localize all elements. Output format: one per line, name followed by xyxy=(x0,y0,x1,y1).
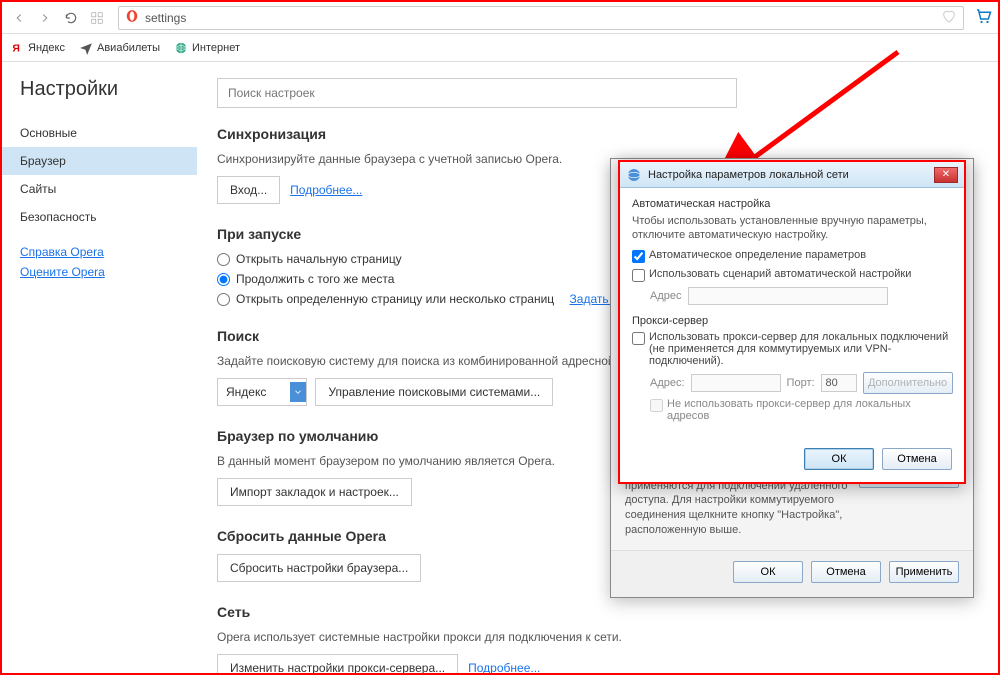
network-heading: Сеть xyxy=(217,604,978,620)
lan-ok-button[interactable]: ОК xyxy=(804,448,874,470)
use-proxy-checkbox[interactable]: Использовать прокси-сервер для локальных… xyxy=(632,331,952,367)
bypass-local-checkbox: Не использовать прокси-сервер для локаль… xyxy=(650,398,952,422)
lan-titlebar[interactable]: Настройка параметров локальной сети ✕ xyxy=(620,162,964,188)
help-link[interactable]: Справка Opera xyxy=(20,245,179,259)
opera-icon xyxy=(125,9,139,26)
sidebar-item-browser[interactable]: Браузер xyxy=(2,147,197,175)
url-bar[interactable]: settings xyxy=(118,6,964,30)
script-address-input xyxy=(688,287,888,305)
sidebar: Настройки Основные Браузер Сайты Безопас… xyxy=(2,62,197,673)
sidebar-item-security[interactable]: Безопасность xyxy=(2,203,197,231)
props-ok-button[interactable]: ОК xyxy=(733,561,803,583)
sync-heading: Синхронизация xyxy=(217,126,978,142)
sync-login-button[interactable]: Вход... xyxy=(217,176,280,204)
rate-link[interactable]: Оцените Opera xyxy=(20,265,179,279)
lan-close-button[interactable]: ✕ xyxy=(934,167,958,183)
bookmark-yandex[interactable]: Я Яндекс xyxy=(10,41,65,55)
auto-script-checkbox[interactable]: Использовать сценарий автоматической нас… xyxy=(632,268,952,282)
nav-forward-button[interactable] xyxy=(34,7,56,29)
import-button[interactable]: Импорт закладок и настроек... xyxy=(217,478,412,506)
svg-text:Я: Я xyxy=(12,42,20,54)
sidebar-item-sites[interactable]: Сайты xyxy=(2,175,197,203)
globe-icon xyxy=(626,167,642,183)
auto-detect-checkbox[interactable]: Автоматическое определение параметров xyxy=(632,249,952,263)
network-more-link[interactable]: Подробнее... xyxy=(468,661,540,673)
chevron-down-icon xyxy=(290,382,306,402)
settings-search[interactable] xyxy=(217,78,737,108)
lan-settings-dialog: Настройка параметров локальной сети ✕ Ав… xyxy=(618,160,966,484)
bookmarks-bar: Я Яндекс Авиабилеты Интернет xyxy=(2,34,998,62)
props-apply-button[interactable]: Применить xyxy=(889,561,959,583)
bookmark-internet[interactable]: Интернет xyxy=(174,41,240,55)
reset-button[interactable]: Сбросить настройки браузера... xyxy=(217,554,421,582)
cart-icon[interactable] xyxy=(974,7,992,28)
proxy-settings-button[interactable]: Изменить настройки прокси-сервера... xyxy=(217,654,458,673)
proxy-advanced-button: Дополнительно xyxy=(863,372,953,394)
proxy-address-input xyxy=(691,374,781,392)
sync-more-link[interactable]: Подробнее... xyxy=(290,183,362,197)
proxy-group: Прокси-сервер xyxy=(632,315,952,327)
manage-engines-button[interactable]: Управление поисковыми системами... xyxy=(315,378,553,406)
sidebar-item-basic[interactable]: Основные xyxy=(2,119,197,147)
props-cancel-button[interactable]: Отмена xyxy=(811,561,881,583)
browser-toolbar: settings xyxy=(2,2,998,34)
url-text: settings xyxy=(145,11,935,25)
heart-icon[interactable] xyxy=(941,8,957,27)
proxy-port-input xyxy=(821,374,857,392)
search-engine-select[interactable]: Яндекс xyxy=(217,378,307,406)
page-title: Настройки xyxy=(2,78,197,119)
bookmark-flights[interactable]: Авиабилеты xyxy=(79,41,160,55)
lan-cancel-button[interactable]: Отмена xyxy=(882,448,952,470)
nav-back-button[interactable] xyxy=(8,7,30,29)
settings-search-input[interactable] xyxy=(228,86,726,100)
reload-button[interactable] xyxy=(60,7,82,29)
speed-dial-button[interactable] xyxy=(86,7,108,29)
auto-config-group: Автоматическая настройка xyxy=(632,198,952,210)
